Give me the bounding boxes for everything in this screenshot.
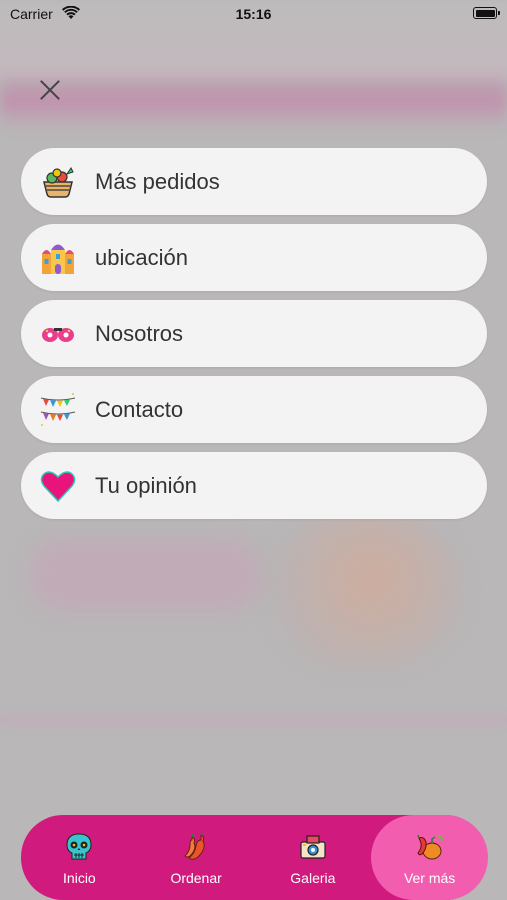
clock: 15:16 (235, 6, 272, 22)
close-icon[interactable] (36, 76, 64, 104)
menu-item-nosotros[interactable]: Nosotros (21, 300, 487, 367)
background-divider (0, 715, 507, 725)
tab-label: Ordenar (170, 870, 222, 886)
church-building-icon (40, 240, 76, 276)
menu-item-label: Tu opinión (95, 472, 197, 498)
screen: Carrier 15:16 Más pedidos ubicación Noso… (0, 0, 507, 900)
menu-item-contacto[interactable]: Contacto (21, 376, 487, 443)
battery-icon (473, 7, 500, 19)
menu-item-ubicacion[interactable]: ubicación (21, 224, 487, 291)
tab-label: Ver más (403, 870, 456, 886)
background-title-blur (30, 540, 260, 610)
heart-icon (40, 468, 76, 504)
menu-list: Más pedidos ubicación Nosotros Contacto … (21, 148, 487, 528)
background-food-image (262, 510, 462, 670)
camera-icon (298, 832, 328, 862)
chili-pepper-icon (181, 832, 211, 862)
maracas-icon (40, 316, 76, 352)
vegetables-icon (415, 832, 445, 862)
status-bar: Carrier 15:16 (0, 0, 507, 28)
menu-item-label: Contacto (95, 396, 184, 422)
papel-picado-banner-icon (40, 392, 76, 428)
food-basket-icon (40, 164, 76, 200)
background-pink-band (0, 70, 507, 130)
menu-item-mas-pedidos[interactable]: Más pedidos (21, 148, 487, 215)
menu-item-label: ubicación (95, 244, 188, 270)
menu-item-label: Nosotros (95, 320, 184, 346)
tab-ver-mas[interactable]: Ver más (371, 815, 488, 900)
tab-galeria[interactable]: Galeria (255, 815, 372, 900)
menu-item-tu-opinion[interactable]: Tu opinión (21, 452, 487, 519)
menu-item-label: Más pedidos (95, 168, 220, 194)
skull-icon (64, 832, 94, 862)
tab-label: Galeria (290, 870, 336, 886)
tab-inicio[interactable]: Inicio (21, 815, 138, 900)
tab-label: Inicio (63, 870, 96, 886)
tab-ordenar[interactable]: Ordenar (138, 815, 255, 900)
tab-bar: Inicio Ordenar Galeria Ver más (21, 815, 488, 900)
